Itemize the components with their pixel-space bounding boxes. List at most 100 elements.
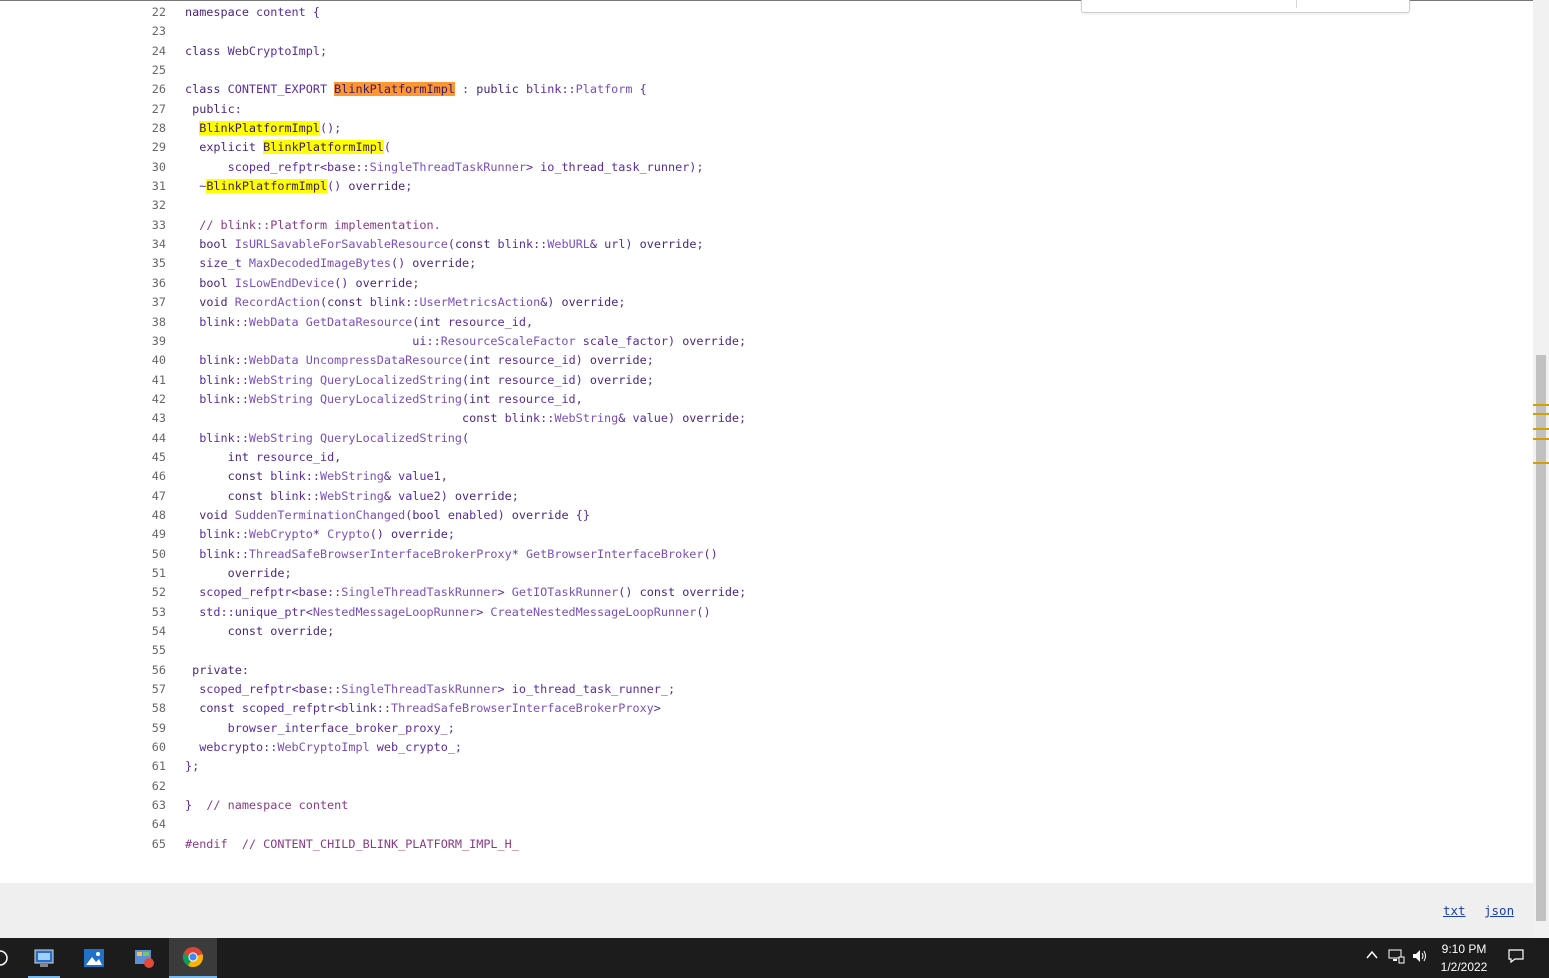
find-bar[interactable] [1081, 0, 1410, 13]
line-number[interactable]: 39 [130, 332, 166, 351]
line-number[interactable]: 27 [130, 100, 166, 119]
code-token: scale_factor) [575, 333, 683, 348]
line-number[interactable]: 58 [130, 699, 166, 718]
code-token: () [334, 275, 356, 290]
code-token: WebString [248, 372, 313, 387]
json-link[interactable]: json [1484, 903, 1514, 918]
line-number[interactable]: 28 [130, 119, 166, 138]
system-clock[interactable]: 9:10 PM 1/2/2022 [1432, 940, 1496, 976]
code-token: blink:: [263, 488, 320, 503]
code-token: WebString [554, 411, 619, 426]
code-token: const [227, 488, 264, 503]
line-number[interactable]: 40 [130, 351, 166, 370]
line-number[interactable]: 53 [130, 603, 166, 622]
code-token: resource_id, [248, 449, 342, 464]
code-token: NestedMessageLoopRunner [312, 604, 477, 619]
line-number[interactable]: 30 [130, 158, 166, 177]
line-number[interactable]: 52 [130, 583, 166, 602]
code-text: scoped_refptr<base::SingleThreadTaskRunn… [185, 158, 704, 177]
line-number[interactable]: 62 [130, 777, 166, 796]
line-number[interactable]: 31 [130, 177, 166, 196]
line-number[interactable]: 57 [130, 680, 166, 699]
chevron-up-icon[interactable] [1363, 948, 1381, 968]
line-number[interactable]: 22 [130, 3, 166, 22]
code-token: WebCryptoImpl; [220, 43, 328, 58]
line-number[interactable]: 60 [130, 738, 166, 757]
code-token: ResourceScaleFactor [440, 333, 576, 348]
line-number[interactable]: 56 [130, 661, 166, 680]
code-token: & url) [589, 237, 640, 252]
line-number[interactable]: 44 [130, 429, 166, 448]
code-token: override [682, 585, 740, 600]
photos-icon[interactable] [70, 938, 118, 978]
network-icon[interactable] [1387, 948, 1405, 968]
chrome-icon[interactable] [169, 938, 217, 978]
line-number[interactable]: 61 [130, 757, 166, 776]
line-number[interactable]: 48 [130, 506, 166, 525]
current-search-match: BlinkPlatformImpl [334, 82, 455, 97]
line-number[interactable]: 35 [130, 254, 166, 273]
code-text: override; [185, 564, 292, 583]
code-token: QueryLocalizedString [319, 372, 462, 387]
code-token: override [511, 507, 569, 522]
line-number[interactable]: 47 [130, 487, 166, 506]
line-number[interactable]: 25 [130, 61, 166, 80]
line-number[interactable]: 23 [130, 22, 166, 41]
line-number[interactable]: 41 [130, 371, 166, 390]
line-number[interactable]: 34 [130, 235, 166, 254]
line-number[interactable]: 33 [130, 216, 166, 235]
line-number[interactable]: 64 [130, 815, 166, 834]
notification-icon[interactable] [1507, 948, 1525, 968]
line-number[interactable]: 51 [130, 564, 166, 583]
line-number[interactable]: 38 [130, 313, 166, 332]
code-token: web_crypto_; [369, 740, 463, 755]
scrollbar-match-marker [1533, 462, 1549, 464]
code-token: namespace [185, 5, 249, 19]
line-number[interactable]: 59 [130, 719, 166, 738]
clock-time: 9:10 PM [1441, 942, 1487, 956]
volume-icon[interactable] [1411, 948, 1429, 968]
code-text: // blink::Platform implementation. [185, 216, 440, 235]
code-token: ; [646, 372, 654, 387]
line-number[interactable]: 43 [130, 409, 166, 428]
code-text: class WebCryptoImpl; [185, 42, 327, 61]
line-number[interactable]: 29 [130, 138, 166, 157]
line-number[interactable]: 42 [130, 390, 166, 409]
line-number[interactable]: 55 [130, 641, 166, 660]
code-token: > [497, 585, 512, 600]
line-number[interactable]: 32 [130, 196, 166, 215]
txt-link[interactable]: txt [1443, 903, 1466, 918]
remote-desktop-icon[interactable] [20, 938, 68, 978]
line-number[interactable]: 65 [130, 835, 166, 854]
code-token: int [227, 449, 249, 464]
line-number[interactable]: 26 [130, 80, 166, 99]
code-token: IsLowEndDevice [234, 275, 335, 290]
code-token: override [639, 237, 697, 252]
line-number[interactable]: 63 [130, 796, 166, 815]
line-number[interactable]: 36 [130, 274, 166, 293]
code-token: & value) [618, 411, 683, 426]
line-number[interactable]: 46 [130, 467, 166, 486]
code-token: class [185, 43, 221, 58]
code-token: GetIOTaskRunner [511, 585, 619, 600]
line-number[interactable]: 24 [130, 42, 166, 61]
line-number[interactable]: 37 [130, 293, 166, 312]
code-token: private [192, 662, 242, 677]
line-number[interactable]: 50 [130, 545, 166, 564]
line-number[interactable]: 54 [130, 622, 166, 641]
line-number[interactable]: 45 [130, 448, 166, 467]
control-panel-icon[interactable] [120, 938, 168, 978]
code-text: explicit BlinkPlatformImpl( [185, 138, 391, 157]
line-number[interactable]: 49 [130, 525, 166, 544]
code-token: > io_thread_task_runner); [525, 159, 704, 174]
code-token: blink:: [185, 527, 249, 542]
vertical-scrollbar[interactable] [1533, 0, 1549, 938]
